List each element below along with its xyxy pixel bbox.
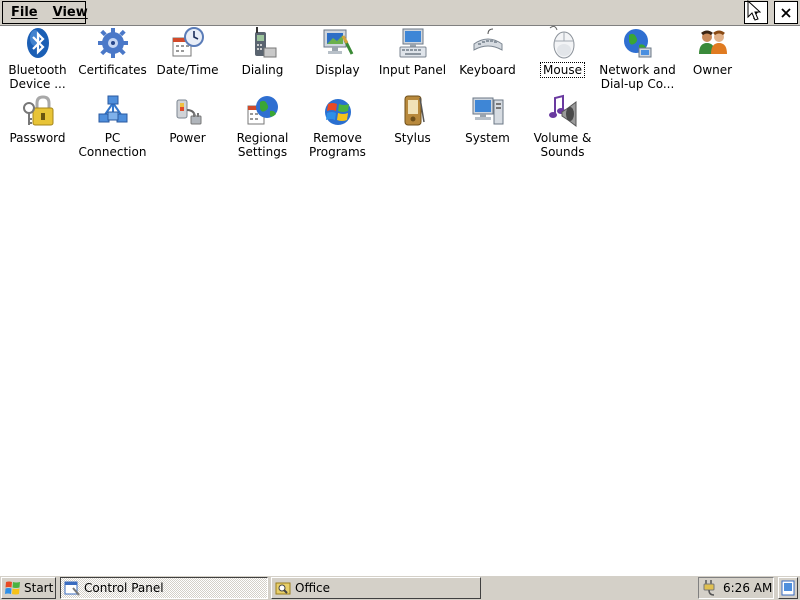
power-plug-icon[interactable] (702, 579, 718, 597)
cp-item-dialing[interactable]: Dialing (225, 26, 300, 92)
cp-item-label: Volume & Sounds (533, 131, 592, 159)
cp-item-bluetooth[interactable]: Bluetooth Device ... (0, 26, 75, 92)
control-panel-icon-grid: Bluetooth Device ... Certificates Date/T… (0, 26, 800, 574)
cp-item-label: Regional Settings (236, 131, 289, 159)
globe-calendar-icon (246, 94, 280, 128)
menu-bar: File View (2, 1, 88, 24)
close-icon (781, 7, 791, 18)
mouse-pointer-icon (747, 0, 762, 25)
cp-item-stylus[interactable]: Stylus (375, 94, 450, 160)
cp-item-label: System (465, 131, 510, 145)
globe-network-icon (621, 26, 655, 60)
cp-item-label: Power (169, 131, 206, 145)
cp-item-owner[interactable]: Owner (675, 26, 750, 92)
cp-item-label: Stylus (394, 131, 431, 145)
cp-item-password[interactable]: Password (0, 94, 75, 160)
cp-item-label: Certificates (78, 63, 147, 77)
cp-item-label: Mouse (540, 62, 585, 78)
phone-icon (246, 26, 280, 60)
keyboard-icon (471, 26, 505, 60)
taskbar-button-control-panel[interactable]: Control Panel (60, 577, 268, 599)
command-bar: File View ? (0, 0, 800, 26)
cp-item-label: Network and Dial-up Co... (599, 63, 676, 91)
control-panel-icon (64, 581, 80, 596)
computer-icon (471, 94, 505, 128)
cp-item-keyboard[interactable]: Keyboard (450, 26, 525, 92)
cp-item-datetime[interactable]: Date/Time (150, 26, 225, 92)
clock-calendar-icon (171, 26, 205, 60)
cp-item-power[interactable]: Power (150, 94, 225, 160)
gear-icon (96, 26, 130, 60)
bluetooth-icon (21, 26, 55, 60)
clock[interactable]: 6:26 AM (723, 581, 772, 595)
taskbar: Start Control Panel Office 6:26 AM (0, 574, 800, 600)
cp-item-label: Input Panel (378, 63, 447, 77)
desktop-icon (781, 580, 795, 596)
task-label: Control Panel (84, 581, 164, 595)
windows-logo-icon (5, 581, 20, 595)
cp-item-remove-programs[interactable]: Remove Programs (300, 94, 375, 160)
cp-item-label: Owner (692, 63, 733, 77)
stylus-device-icon (396, 94, 430, 128)
people-icon (696, 26, 730, 60)
show-desktop-button[interactable] (778, 577, 798, 599)
cp-item-label: Password (9, 131, 66, 145)
cp-item-label: Dialing (241, 63, 284, 77)
cp-item-pc-connection[interactable]: PC Connection (75, 94, 150, 160)
menu-view[interactable]: View (45, 5, 95, 20)
mouse-icon (546, 26, 580, 60)
folder-search-icon (275, 582, 291, 595)
menu-file[interactable]: File (3, 5, 45, 20)
cp-item-label: PC Connection (78, 131, 147, 159)
cp-item-input-panel[interactable]: Input Panel (375, 26, 450, 92)
cp-item-display[interactable]: Display (300, 26, 375, 92)
start-label: Start (24, 581, 54, 595)
cp-item-network[interactable]: Network and Dial-up Co... (599, 26, 676, 92)
monitor-brush-icon (321, 26, 355, 60)
cp-item-certificates[interactable]: Certificates (75, 26, 150, 92)
task-label: Office (295, 581, 331, 595)
system-tray: 6:26 AM (698, 577, 774, 599)
taskbar-button-office[interactable]: Office (271, 577, 481, 599)
cp-item-label: Keyboard (459, 63, 516, 77)
cp-item-label: Bluetooth Device ... (8, 63, 67, 91)
cp-item-label: Display (315, 63, 360, 77)
cp-item-system[interactable]: System (450, 94, 525, 160)
close-button[interactable] (774, 1, 798, 24)
key-lock-icon (21, 94, 55, 128)
network-computers-icon (96, 94, 130, 128)
windows-flag-icon (321, 94, 355, 128)
cp-item-regional[interactable]: Regional Settings (225, 94, 300, 160)
power-plug-icon (171, 94, 205, 128)
cp-item-volume[interactable]: Volume & Sounds (525, 94, 600, 160)
keyboard-monitor-icon (396, 26, 430, 60)
cp-item-label: Remove Programs (309, 131, 366, 159)
speaker-note-icon (546, 94, 580, 128)
cp-item-label: Date/Time (156, 63, 219, 77)
cp-item-mouse[interactable]: Mouse (525, 26, 600, 92)
start-button[interactable]: Start (1, 577, 56, 599)
